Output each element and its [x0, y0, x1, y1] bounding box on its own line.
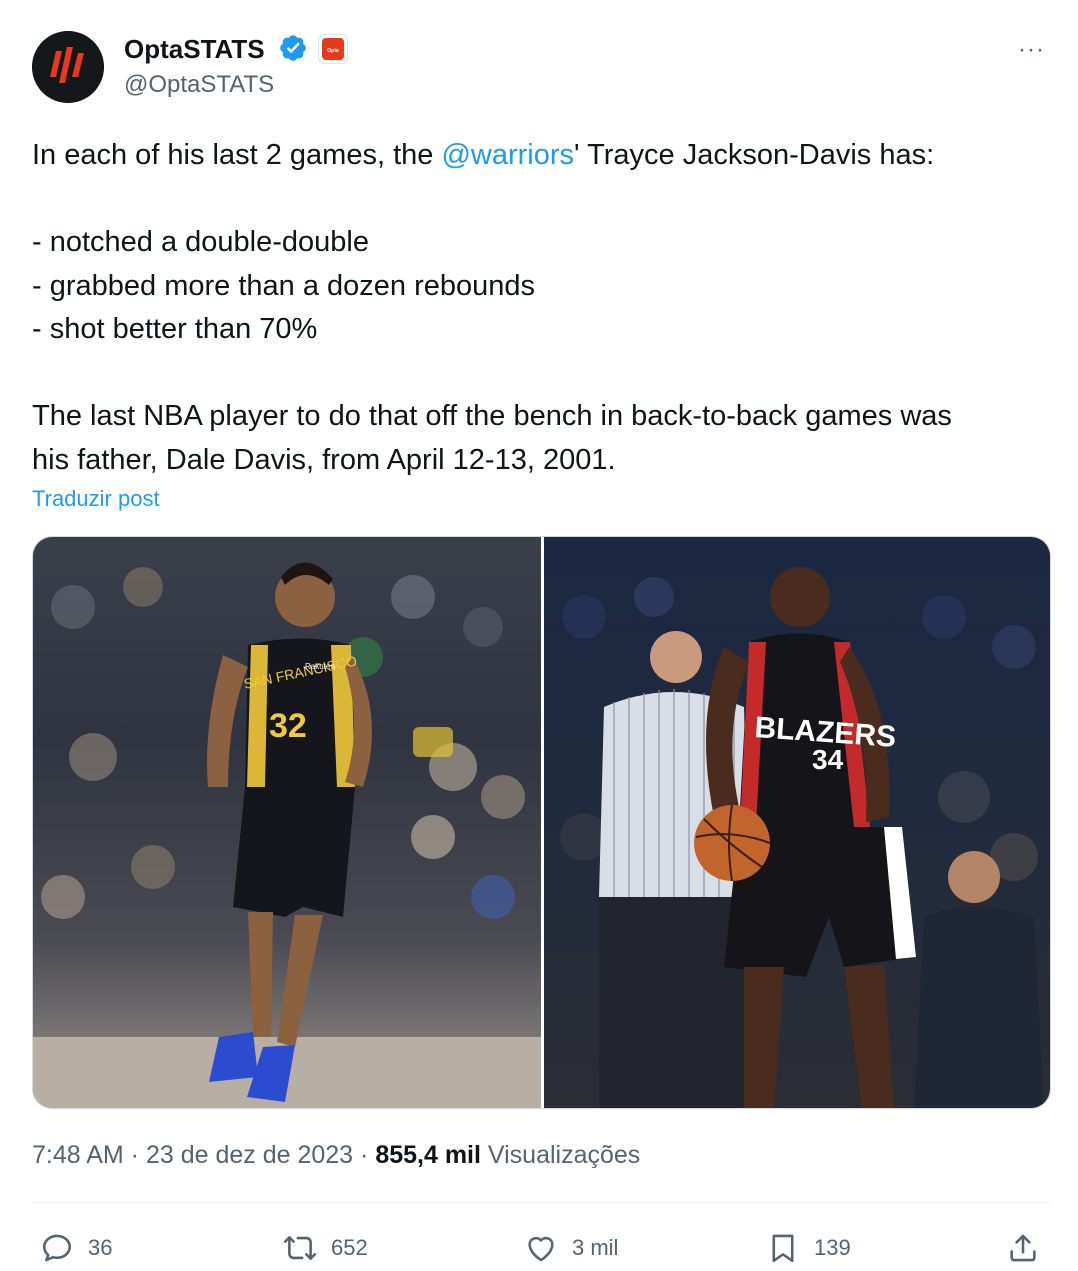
meta-separator: ·	[123, 1141, 146, 1169]
affiliate-badge[interactable]: Opta	[318, 34, 348, 64]
bookmark-count: 139	[814, 1235, 851, 1260]
timestamp-date[interactable]: 23 de dez de 2023	[146, 1141, 353, 1169]
warriors-player-illustration: SAN FRANCISCO 32 Rakuten	[33, 562, 541, 1108]
handle[interactable]: @OptaSTATS	[124, 70, 274, 100]
photo-warriors-player[interactable]: SAN FRANCISCO 32 Rakuten	[33, 537, 541, 1108]
repost-button[interactable]: 652	[283, 1228, 368, 1268]
like-button[interactable]: 3 mil	[524, 1228, 618, 1268]
repost-count: 652	[331, 1235, 368, 1260]
media-grid: SAN FRANCISCO 32 Rakuten BLAZERS 34	[32, 536, 1051, 1109]
jersey-sponsor: Rakuten	[305, 662, 335, 671]
meta-separator: ·	[353, 1141, 376, 1169]
verified-badge-icon[interactable]	[278, 33, 308, 63]
repost-icon	[283, 1236, 317, 1260]
like-count: 3 mil	[572, 1235, 619, 1260]
more-options-button[interactable]: ···	[1018, 36, 1045, 64]
reply-icon	[42, 1234, 72, 1262]
translate-post-link[interactable]: Traduzir post	[32, 486, 160, 512]
share-icon	[1010, 1234, 1036, 1262]
tweet-text: In each of his last 2 games, the @warrio…	[32, 134, 1052, 482]
tweet-line: In each of his last 2 games, the @warrio…	[32, 134, 1052, 178]
bookmark-button[interactable]: 139	[766, 1228, 851, 1268]
views-label: Visualizações	[480, 1141, 641, 1169]
bullet-item: - grabbed more than a dozen rebounds	[32, 269, 536, 302]
bookmark-icon	[772, 1234, 794, 1263]
tweet-line: his father, Dale Davis, from April 12-13…	[32, 443, 616, 476]
share-button[interactable]	[1006, 1228, 1040, 1268]
bullet-item: - shot better than 70%	[32, 313, 318, 345]
affiliate-label: Opta	[327, 48, 339, 54]
heart-icon	[528, 1236, 554, 1262]
bullet-item: - notched a double-double	[32, 226, 369, 258]
text-segment: ' Trayce Jackson-Davis has:	[574, 139, 935, 171]
display-name[interactable]: OptaSTATS	[124, 32, 265, 66]
timestamp-time[interactable]: 7:48 AM	[32, 1141, 124, 1169]
views-count[interactable]: 855,4 mil	[375, 1141, 481, 1169]
blazers-player-illustration: BLAZERS 34	[560, 567, 1044, 1108]
reply-button[interactable]: 36	[40, 1228, 112, 1268]
mention-link[interactable]: @warriors	[441, 139, 574, 171]
jersey-number: 34	[812, 744, 844, 775]
photo-blazers-player[interactable]: BLAZERS 34	[544, 537, 1050, 1108]
tweet-line: The last NBA player to do that off the b…	[32, 400, 952, 432]
opta-logo-icon	[32, 31, 104, 103]
jersey-number: 32	[269, 707, 307, 745]
reply-count: 36	[88, 1235, 113, 1260]
tweet-meta: 7:48 AM · 23 de dez de 2023 · 855,4 mil …	[32, 1141, 640, 1170]
divider	[32, 1202, 1051, 1203]
text-segment: In each of his last 2 games, the	[32, 139, 442, 171]
avatar[interactable]	[32, 31, 104, 103]
